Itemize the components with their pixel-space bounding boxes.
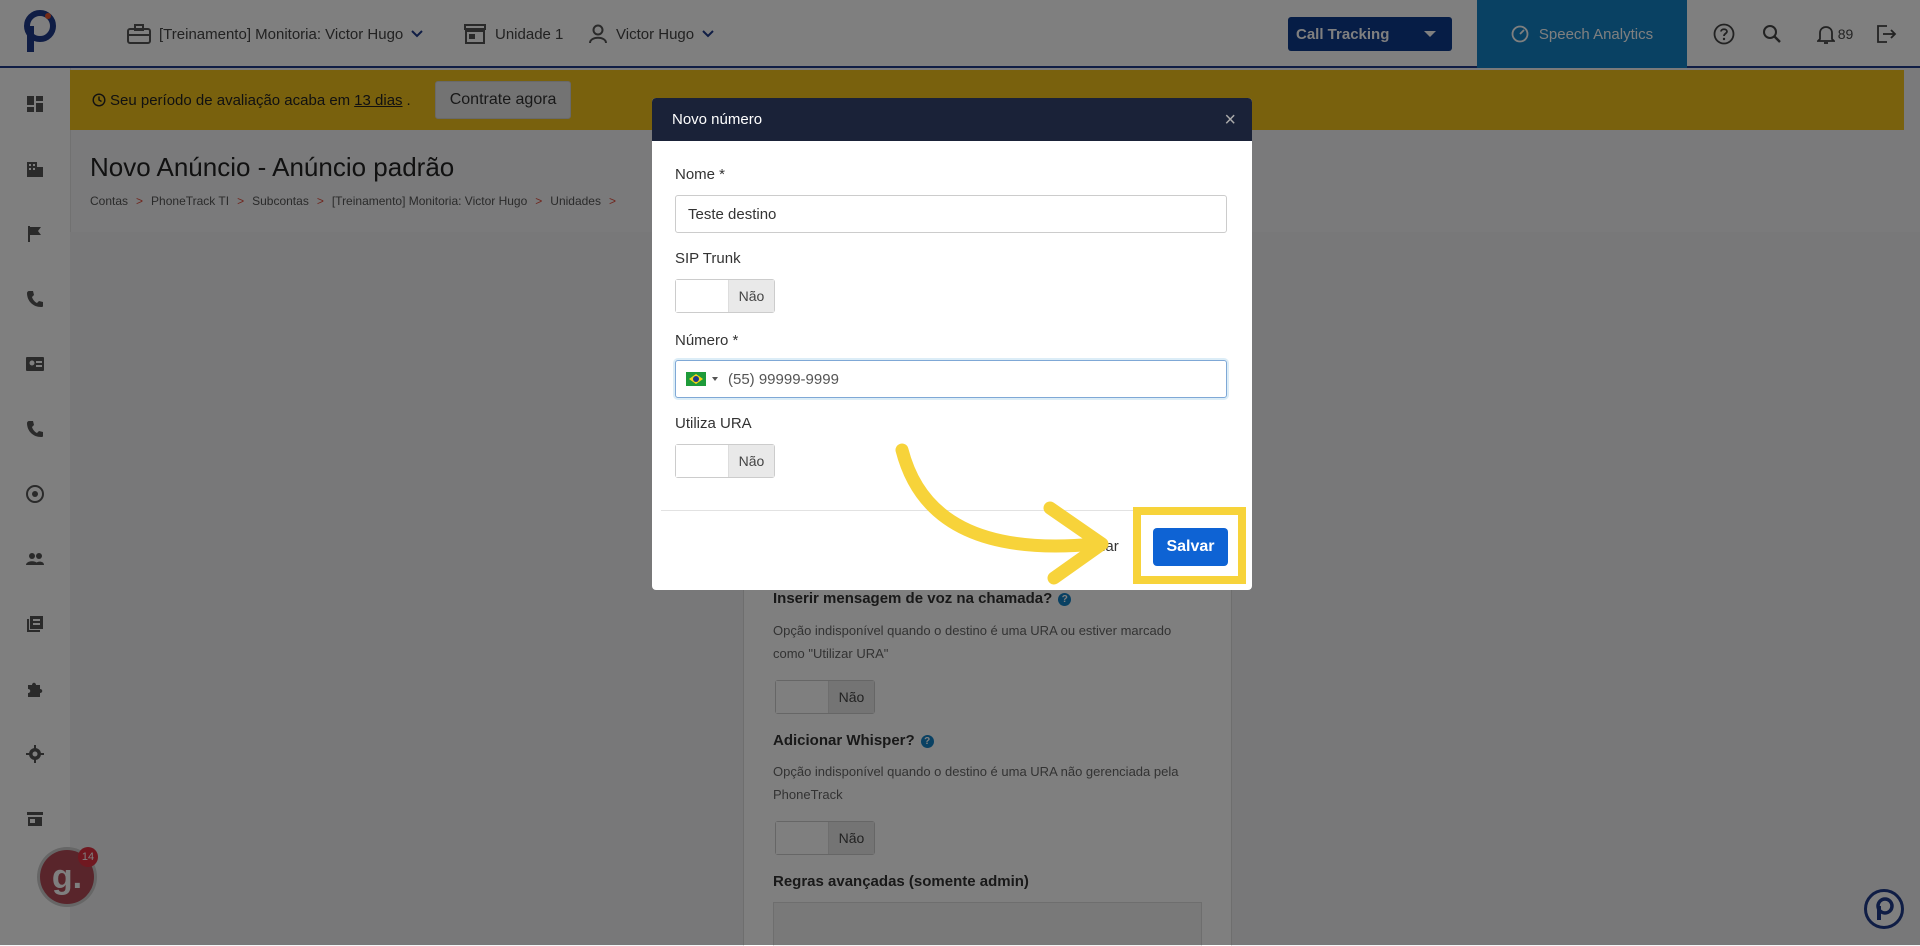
name-value: Teste destino bbox=[688, 205, 777, 223]
phone-number-field[interactable]: (55) 99999-9999 bbox=[675, 360, 1227, 398]
uses-ura-label: Utiliza URA bbox=[675, 415, 752, 432]
toggle-label: Não bbox=[729, 280, 774, 312]
uses-ura-toggle[interactable]: Não bbox=[675, 444, 775, 478]
modal-title: Novo número bbox=[672, 111, 763, 128]
toggle-label: Não bbox=[729, 445, 774, 477]
toggle-knob bbox=[676, 445, 729, 477]
brazil-flag-icon[interactable] bbox=[686, 372, 706, 386]
name-field[interactable]: Teste destino bbox=[675, 195, 1227, 233]
modal-header: Novo número × bbox=[652, 98, 1252, 141]
name-label: Nome * bbox=[675, 166, 726, 183]
save-button[interactable]: Salvar bbox=[1153, 528, 1228, 566]
sip-trunk-toggle[interactable]: Não bbox=[675, 279, 775, 313]
tutorial-arrow-icon bbox=[895, 443, 1109, 585]
toggle-knob bbox=[676, 280, 729, 312]
close-icon[interactable]: × bbox=[1224, 110, 1236, 130]
number-label: Número * bbox=[675, 332, 739, 349]
caret-down-icon[interactable] bbox=[712, 377, 718, 381]
sip-trunk-label: SIP Trunk bbox=[675, 250, 741, 267]
phone-number-placeholder: (55) 99999-9999 bbox=[728, 370, 839, 388]
